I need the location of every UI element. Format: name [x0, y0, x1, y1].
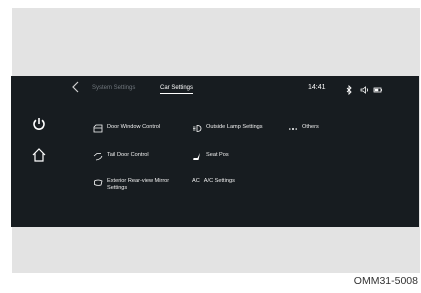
mirror-label: Exterior Rear-view Mirror Settings [107, 178, 170, 191]
exterior-mirror-settings-item[interactable]: Exterior Rear-view Mirror Settings [93, 178, 169, 192]
door-window-control-item[interactable]: Door Window Control [93, 124, 160, 133]
volume-icon [360, 82, 370, 94]
others-item[interactable]: Others [288, 124, 319, 133]
more-dots-icon [289, 128, 297, 130]
top-bar: System Settings Car Settings 14:41 [11, 76, 419, 98]
tab-system-settings[interactable]: System Settings [92, 84, 135, 92]
ac-icon: AC [192, 178, 200, 184]
back-arrow-icon[interactable] [70, 80, 82, 94]
battery-icon [373, 82, 383, 93]
bluetooth-icon [344, 82, 354, 96]
outside-lamp-settings-item[interactable]: Outside Lamp Settings [192, 124, 263, 133]
mirror-icon [94, 179, 103, 186]
clock: 14:41 [308, 84, 326, 91]
home-icon[interactable] [31, 147, 47, 163]
seat-pos-item[interactable]: Seat Pos [192, 152, 229, 161]
door-window-icon [93, 124, 103, 133]
active-tab-underline [160, 93, 194, 94]
figure-caption: OMM31-5008 [353, 275, 418, 287]
tail-door-control-item[interactable]: Tail Door Control [93, 152, 149, 161]
power-icon[interactable] [31, 116, 47, 132]
seat-icon [193, 153, 200, 160]
tail-door-icon [93, 153, 103, 161]
infotainment-screen: System Settings Car Settings 14:41 Door … [11, 76, 419, 227]
tab-car-settings[interactable]: Car Settings [160, 84, 194, 94]
outside-lamp-icon [193, 125, 202, 132]
ac-settings-item[interactable]: AC A/C Settings [192, 178, 235, 185]
